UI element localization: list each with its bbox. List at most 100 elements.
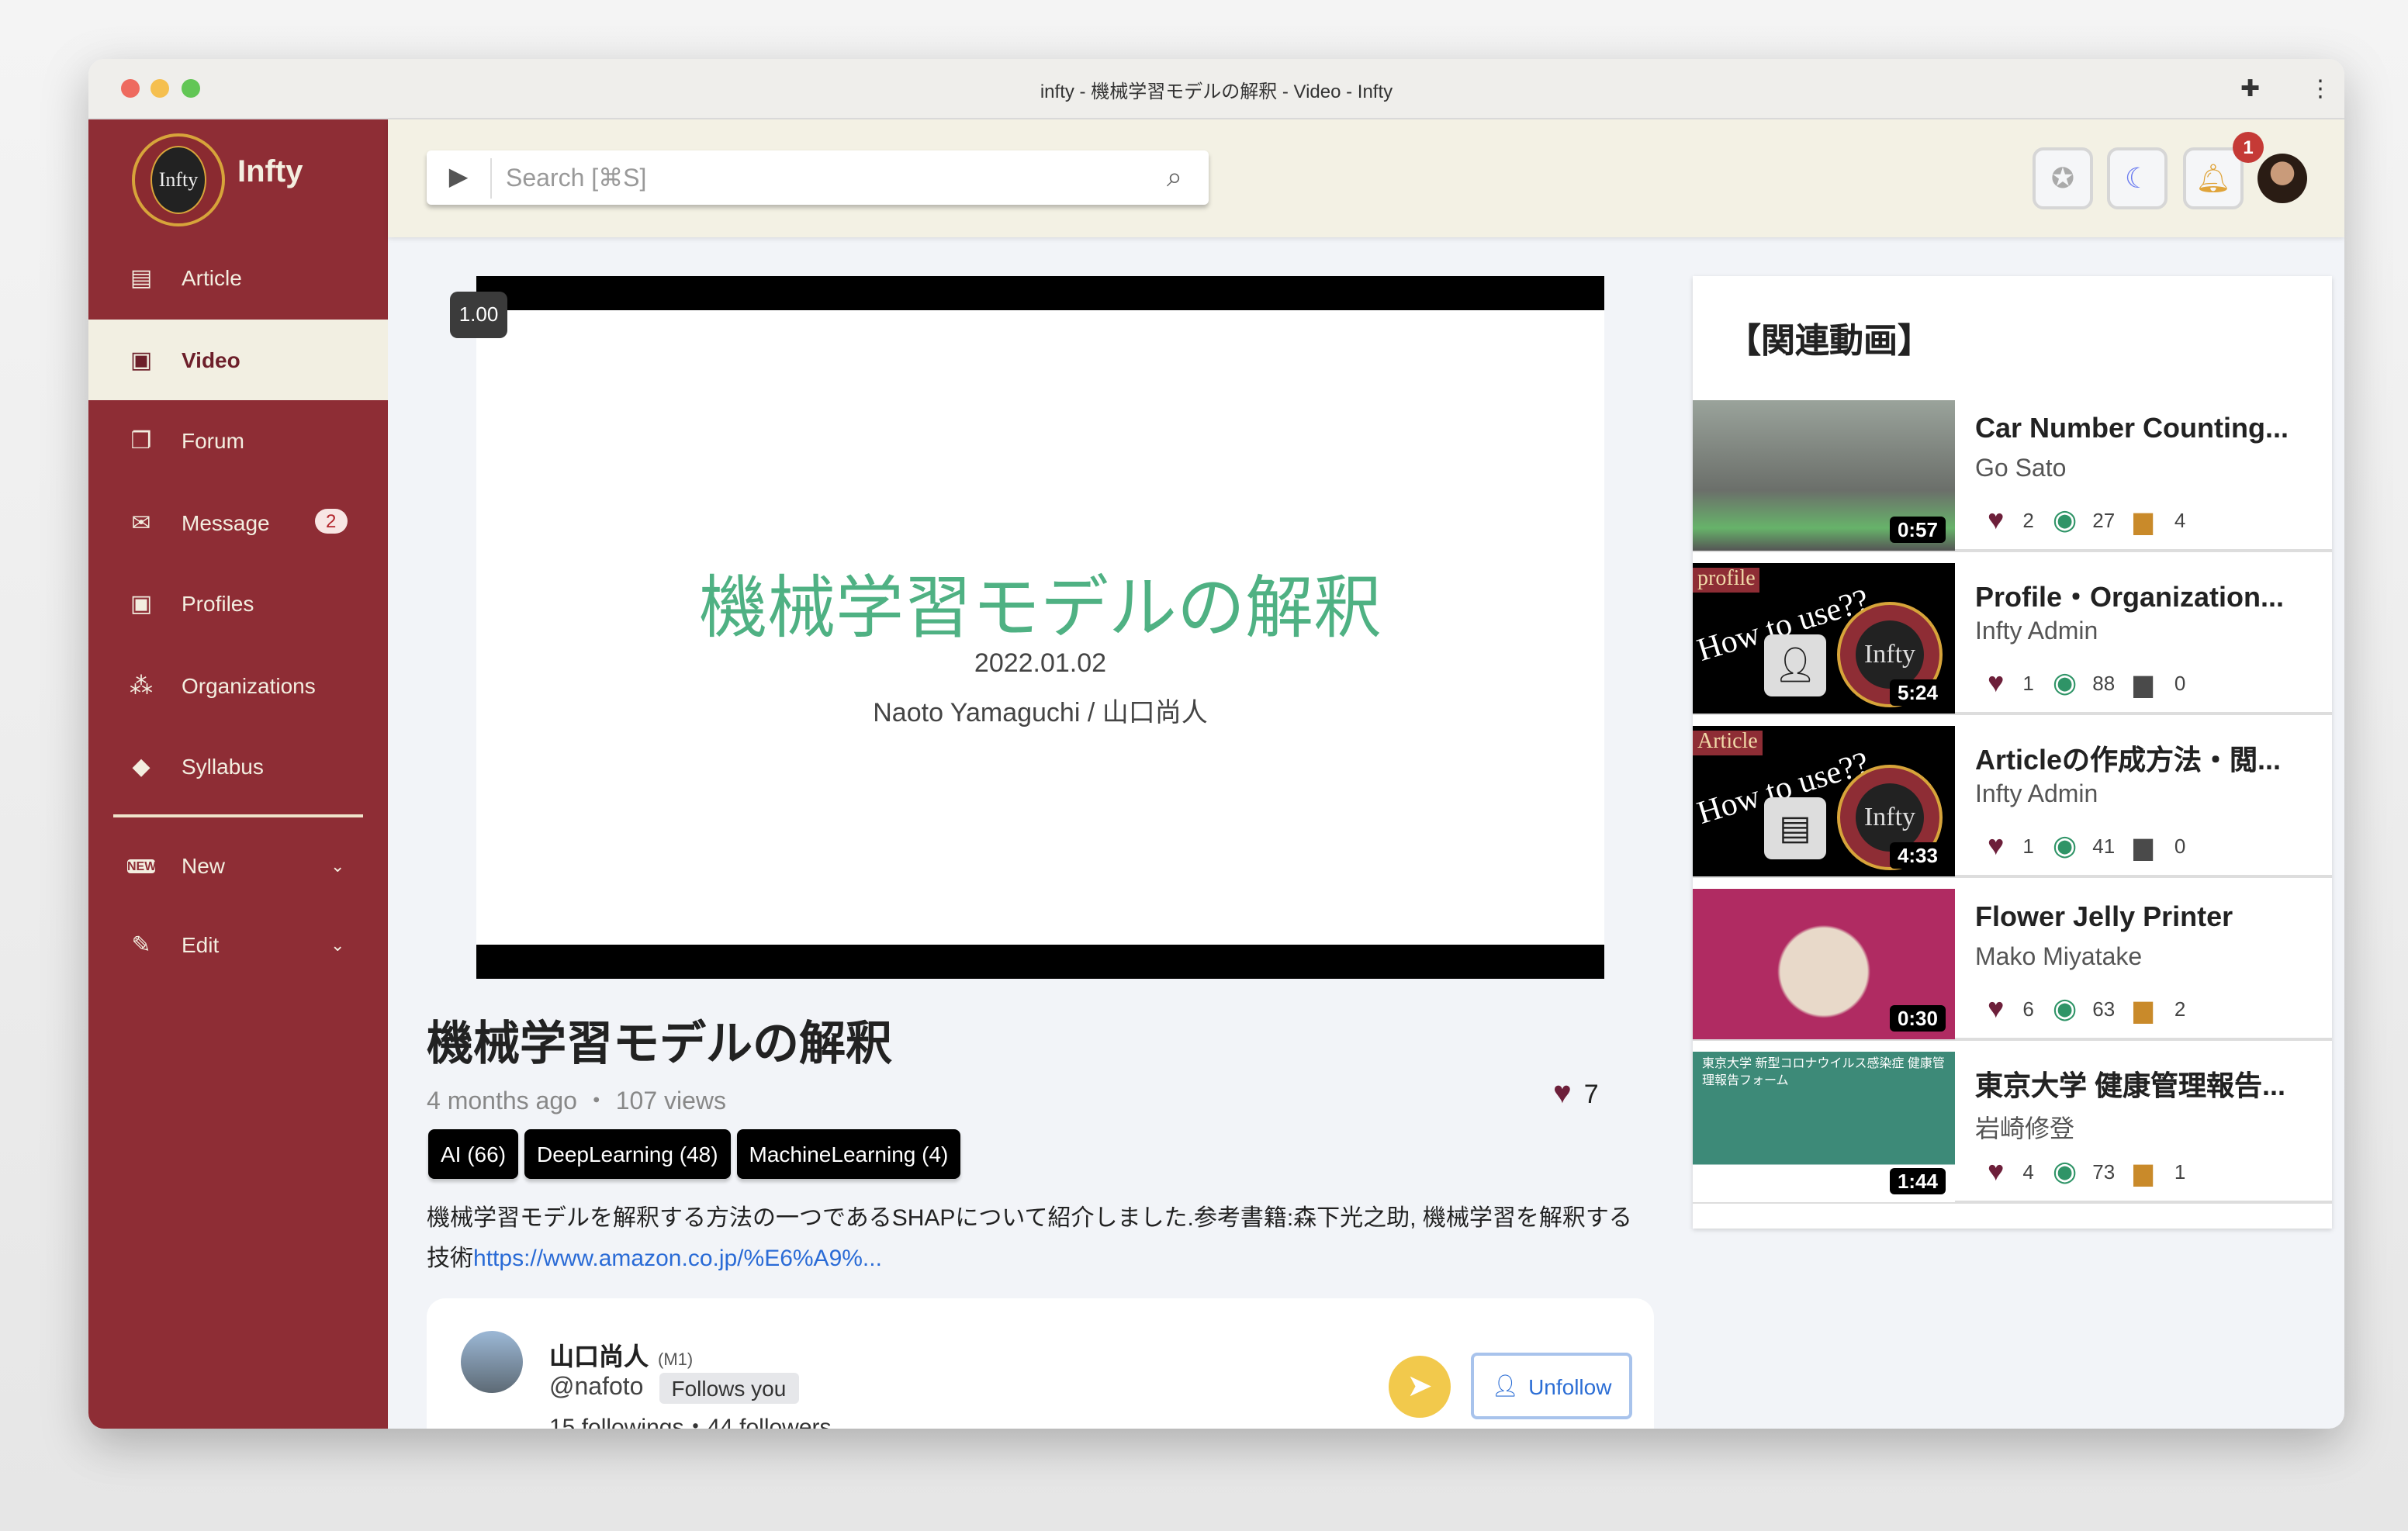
extensions-puzzle-icon[interactable]: ✚ [2240,74,2260,102]
related-stats: ♥ 1 ◉ 41 ▆ 0 [1988,830,2185,862]
groups-icon: ⁂ [130,673,153,700]
sidebar-item-new[interactable]: NEW New ⌄ [88,825,388,906]
more-menu-icon[interactable]: ⋮ [2309,74,2332,102]
author-avatar[interactable] [461,1331,523,1393]
description-link[interactable]: https://www.amazon.co.jp/%E6%A9%... [473,1246,882,1272]
tag-list: AI (66) DeepLearning (48) MachineLearnin… [428,1129,961,1179]
related-author[interactable]: 岩崎修登 [1975,1108,2074,1145]
author-stats[interactable]: 15 followings・44 followers [549,1410,832,1429]
dark-mode-button[interactable]: ☾ [2107,147,2168,209]
related-video-item[interactable]: Article How to use?? Infty ▤ 4:33 Articleの作成… [1693,726,2332,878]
sidebar-item-syllabus[interactable]: ◆ Syllabus [88,726,388,807]
window-title: infty - 機械学習モデルの解釈 - Video - Infty [1040,81,1393,102]
duration-badge: 5:24 [1889,679,1946,706]
top-header: ▶ Search [⌘S] ⌕ ✪ ☾ 🔔︎ 1 [388,119,2344,237]
like-count: 1 [2022,672,2034,695]
sidebar: Infty Infty ▤ Article ▣ Video ❐ Forum ✉ Mess… [88,119,388,1429]
sidebar-item-article[interactable]: ▤ Article [88,237,388,318]
unfollow-button[interactable]: 👤︎ Unfollow [1471,1353,1632,1419]
related-author[interactable]: Go Sato [1975,456,2066,484]
tag-chip[interactable]: DeepLearning (48) [524,1129,731,1179]
slide-date: 2022.01.02 [974,648,1107,678]
sidebar-divider [113,814,363,817]
chevron-down-icon: ⌄ [330,936,345,955]
new-icon: NEW [127,859,157,873]
tag-chip[interactable]: MachineLearning (4) [736,1129,961,1179]
author-grade: (M1) [658,1351,694,1370]
view-count: 88 [2092,672,2116,695]
author-handle: @nafoto [549,1374,644,1401]
search-input[interactable]: Search [⌘S] [492,162,1140,193]
sidebar-item-forum[interactable]: ❐ Forum [88,400,388,481]
view-count: 73 [2092,1160,2116,1184]
sidebar-item-video[interactable]: ▣ Video [88,320,388,400]
author-name[interactable]: 山口尚人 (M1) [549,1336,693,1373]
related-title[interactable]: Articleの作成方法・閲... [1975,738,2281,779]
related-video-item[interactable]: 0:30 Flower Jelly Printer Mako Miyatake … [1693,889,2332,1041]
video-thumbnail[interactable]: 0:57 [1693,400,1955,551]
infty-logo[interactable]: Infty [132,133,225,226]
comment-icon: ▆ [2133,834,2153,860]
comment-count: 0 [2174,672,2186,695]
related-video-item[interactable]: profile How to use?? Infty 👤︎ 5:24 Profile・O… [1693,563,2332,715]
search-icon[interactable]: ⌕ [1140,161,1209,194]
newspaper-icon: ▤ [1764,797,1826,859]
related-stats: ♥ 2 ◉ 27 ▆ 4 [1988,504,2185,537]
notifications-button[interactable]: 🔔︎ [2183,147,2244,209]
sidebar-item-profiles[interactable]: ▣ Profiles [88,563,388,644]
letterbox-top [476,276,1604,310]
video-thumbnail[interactable]: Article How to use?? Infty ▤ 4:33 [1693,726,1955,876]
award-icon: ✪ [2050,162,2075,193]
thumb-label: profile [1693,568,1760,593]
slide-author: Naoto Yamaguchi / 山口尚人 [873,698,1208,727]
duration-badge: 0:57 [1889,517,1946,543]
search-bar[interactable]: ▶ Search [⌘S] ⌕ [427,150,1209,205]
related-video-item[interactable]: 0:57 Car Number Counting... Go Sato ♥ 2 ◉ 2… [1693,400,2332,552]
sidebar-item-message[interactable]: ✉ Message 2 [88,482,388,563]
heart-icon: ♥ [1553,1077,1572,1111]
brand-name[interactable]: Infty [237,155,303,191]
related-title[interactable]: Car Number Counting... [1975,413,2289,445]
heart-icon: ♥ [1988,504,2005,535]
send-message-button[interactable]: ➤ [1389,1356,1451,1418]
like-count: 6 [2022,997,2034,1021]
related-title[interactable]: Flower Jelly Printer [1975,901,2233,934]
user-avatar[interactable] [2258,154,2307,203]
video-description: 機械学習モデルを解釈する方法の一つであるSHAPについて紹介しました.参考書籍:… [427,1199,1652,1280]
video-title: 機械学習モデルの解釈 [427,1019,892,1070]
comment-count: 0 [2174,835,2186,858]
video-meta: 4 months ago ・ 107 views [427,1089,727,1115]
sidebar-item-edit[interactable]: ✎ Edit ⌄ [88,904,388,985]
video-thumbnail[interactable]: profile How to use?? Infty 👤︎ 5:24 [1693,563,1955,714]
eye-icon: ◉ [2052,830,2078,861]
video-player[interactable]: 機械学習モデルの解釈 2022.01.02 Naoto Yamaguchi / … [476,276,1604,979]
author-handle-row: @nafoto Follows you [549,1373,799,1404]
like-count: 4 [2022,1160,2034,1184]
video-age: 4 months ago [427,1089,577,1115]
playback-speed[interactable]: 1.00 [450,292,507,338]
video-thumbnail[interactable]: 東京大学 新型コロナウイルス感染症 健康管理報告フォーム 1:44 [1693,1052,1955,1202]
sidebar-item-label: Syllabus [182,754,264,779]
related-title[interactable]: Profile・Organization... [1975,575,2284,616]
eye-icon: ◉ [2052,1156,2078,1187]
duration-badge: 0:30 [1889,1005,1946,1032]
related-heading: 【関連動画】 [1727,321,1932,360]
sidebar-item-label: Forum [182,428,244,453]
related-author[interactable]: Mako Miyatake [1975,945,2142,973]
video-icon: ▣ [130,347,153,374]
related-author[interactable]: Infty Admin [1975,782,2098,810]
related-video-item[interactable]: 東京大学 新型コロナウイルス感染症 健康管理報告フォーム 1:44 東京大学 健康… [1693,1052,2332,1204]
related-title[interactable]: 東京大学 健康管理報告... [1975,1064,2285,1104]
view-count: 27 [2092,509,2116,532]
sidebar-item-organizations[interactable]: ⁂ Organizations [88,645,388,726]
sidebar-item-label: New [182,853,226,878]
tag-chip[interactable]: AI (66) [428,1129,519,1179]
forum-icon: ❐ [130,428,152,454]
like-button[interactable]: ♥ 7 [1553,1077,1599,1112]
mail-icon: ✉ [131,510,151,537]
achievement-button[interactable]: ✪ [2033,147,2093,209]
related-author[interactable]: Infty Admin [1975,619,2098,647]
related-stats: ♥ 4 ◉ 73 ▆ 1 [1988,1156,2185,1188]
video-thumbnail[interactable]: 0:30 [1693,889,1955,1039]
heart-icon: ♥ [1988,667,2005,698]
